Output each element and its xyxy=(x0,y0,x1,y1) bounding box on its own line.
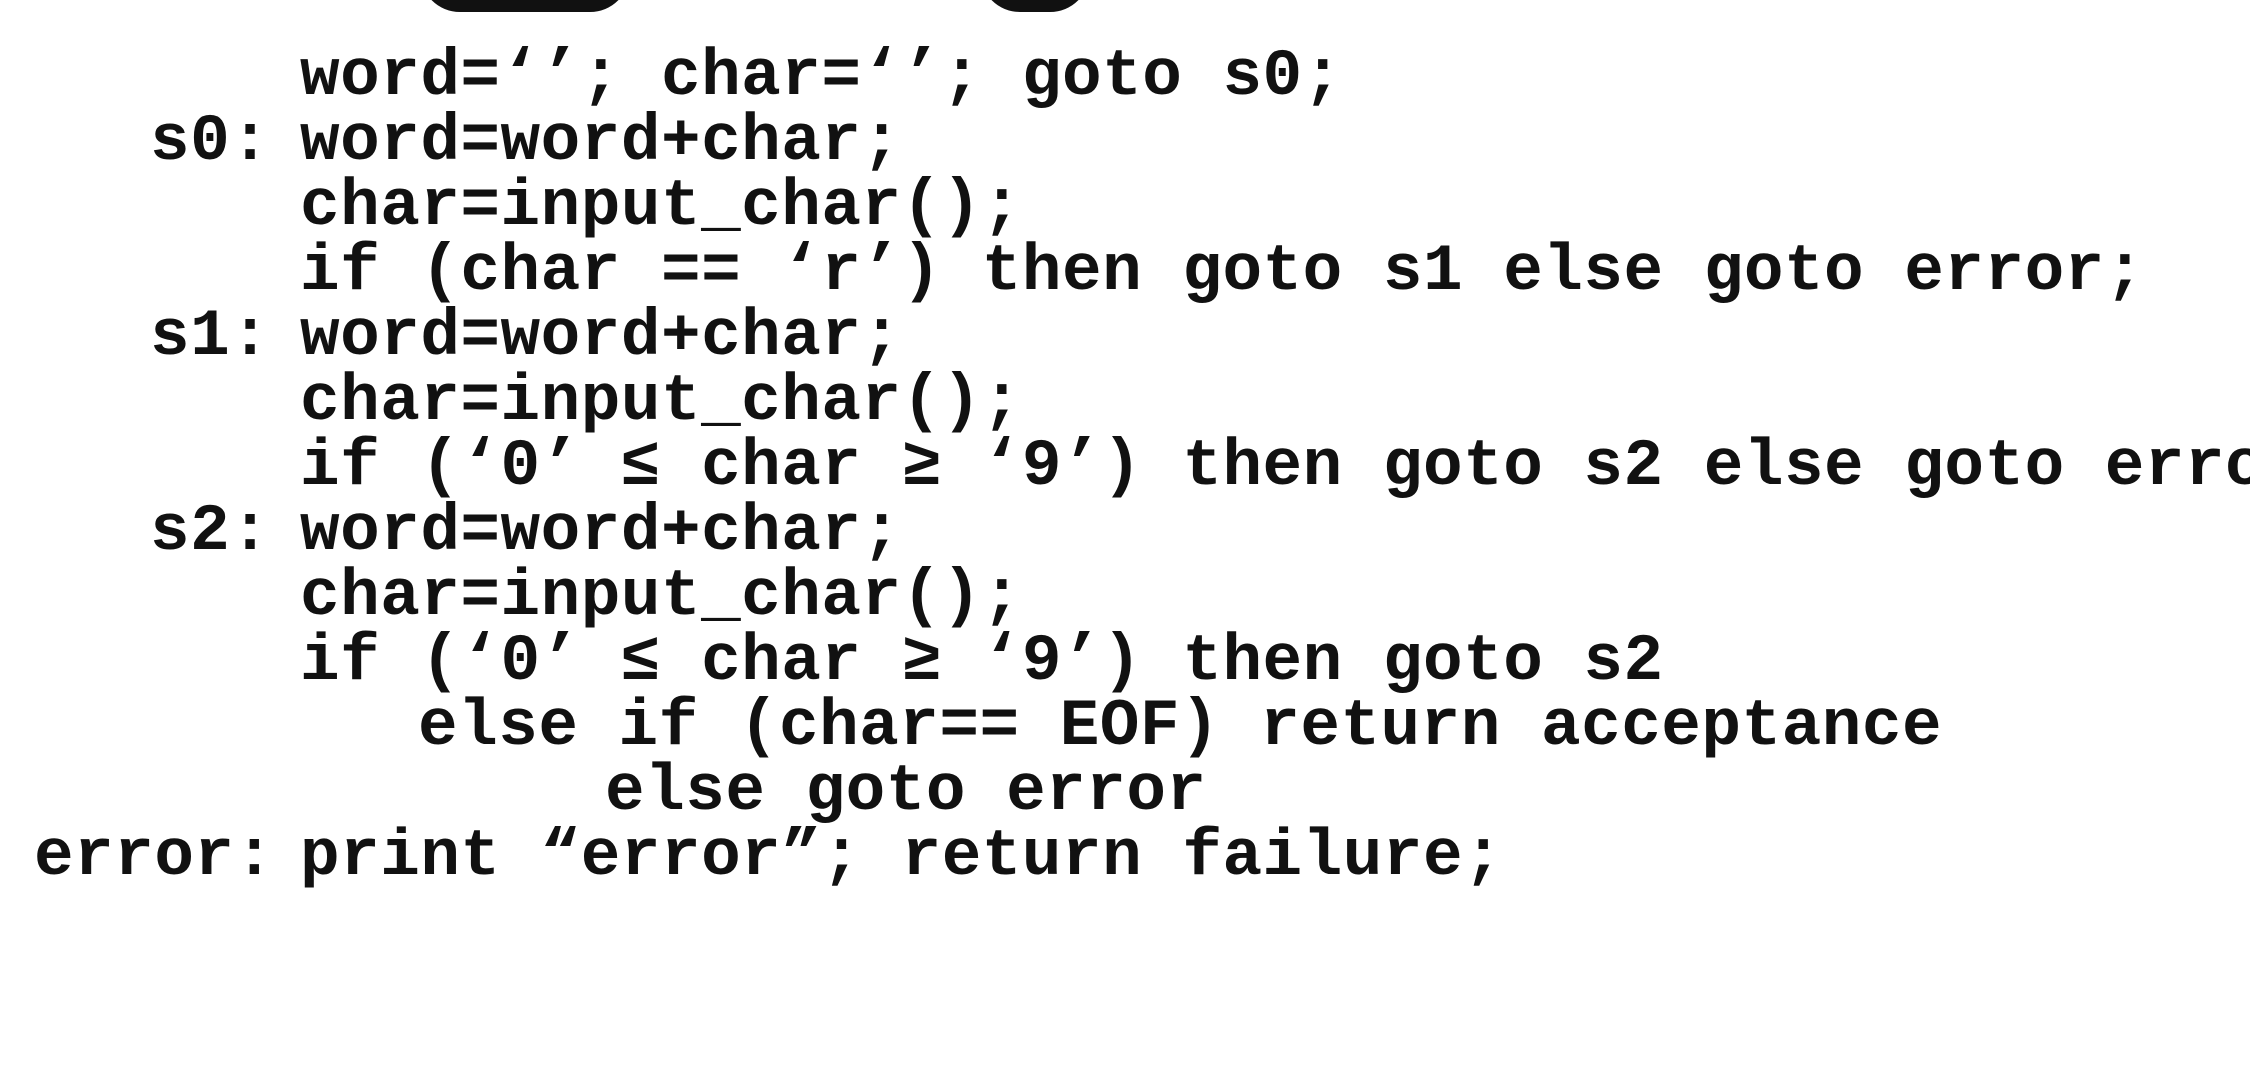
code-text: word=word+char; xyxy=(300,104,902,179)
code-text: char=input_char(); xyxy=(300,169,1022,244)
code-text: if (char == ‘r’) then goto s1 else goto … xyxy=(300,234,2145,309)
code-label: error: xyxy=(34,819,275,894)
code-line: char=input_char(); xyxy=(0,364,2250,439)
cropped-heading-fragment xyxy=(980,0,1090,12)
cropped-heading-fragment xyxy=(420,0,630,12)
code-text: word=‘’; char=‘’; goto s0; xyxy=(300,39,1343,114)
code-text: else goto error xyxy=(605,754,1207,829)
code-label: s1: xyxy=(150,299,271,374)
code-line: s1: word=word+char; xyxy=(0,299,2250,374)
code-text: if (‘0’ ≤ char ≥ ‘9’) then goto s2 else … xyxy=(300,429,2250,504)
code-line: char=input_char(); xyxy=(0,559,2250,634)
code-line: if (‘0’ ≤ char ≥ ‘9’) then goto s2 else … xyxy=(0,429,2250,504)
code-line: else if (char== EOF) return acceptance xyxy=(0,689,2250,764)
code-line: else goto error xyxy=(0,754,2250,829)
code-text: if (‘0’ ≤ char ≥ ‘9’) then goto s2 xyxy=(300,624,1664,699)
code-text: char=input_char(); xyxy=(300,559,1022,634)
code-listing: word=‘’; char=‘’; goto s0; s0: word=word… xyxy=(0,39,2250,894)
code-line: word=‘’; char=‘’; goto s0; xyxy=(0,39,2250,114)
code-text: word=word+char; xyxy=(300,494,902,569)
code-line: s2: word=word+char; xyxy=(0,494,2250,569)
code-line: char=input_char(); xyxy=(0,169,2250,244)
code-text: else if (char== EOF) return acceptance xyxy=(418,689,1943,764)
code-text: word=word+char; xyxy=(300,299,902,374)
code-text: print “error”; return failure; xyxy=(300,819,1504,894)
code-line: if (‘0’ ≤ char ≥ ‘9’) then goto s2 xyxy=(0,624,2250,699)
code-label: s0: xyxy=(150,104,271,179)
code-label: s2: xyxy=(150,494,271,569)
code-line: error: print “error”; return failure; xyxy=(0,819,2250,894)
code-text: char=input_char(); xyxy=(300,364,1022,439)
code-line: if (char == ‘r’) then goto s1 else goto … xyxy=(0,234,2250,309)
code-line: s0: word=word+char; xyxy=(0,104,2250,179)
slide: word=‘’; char=‘’; goto s0; s0: word=word… xyxy=(0,0,2250,904)
